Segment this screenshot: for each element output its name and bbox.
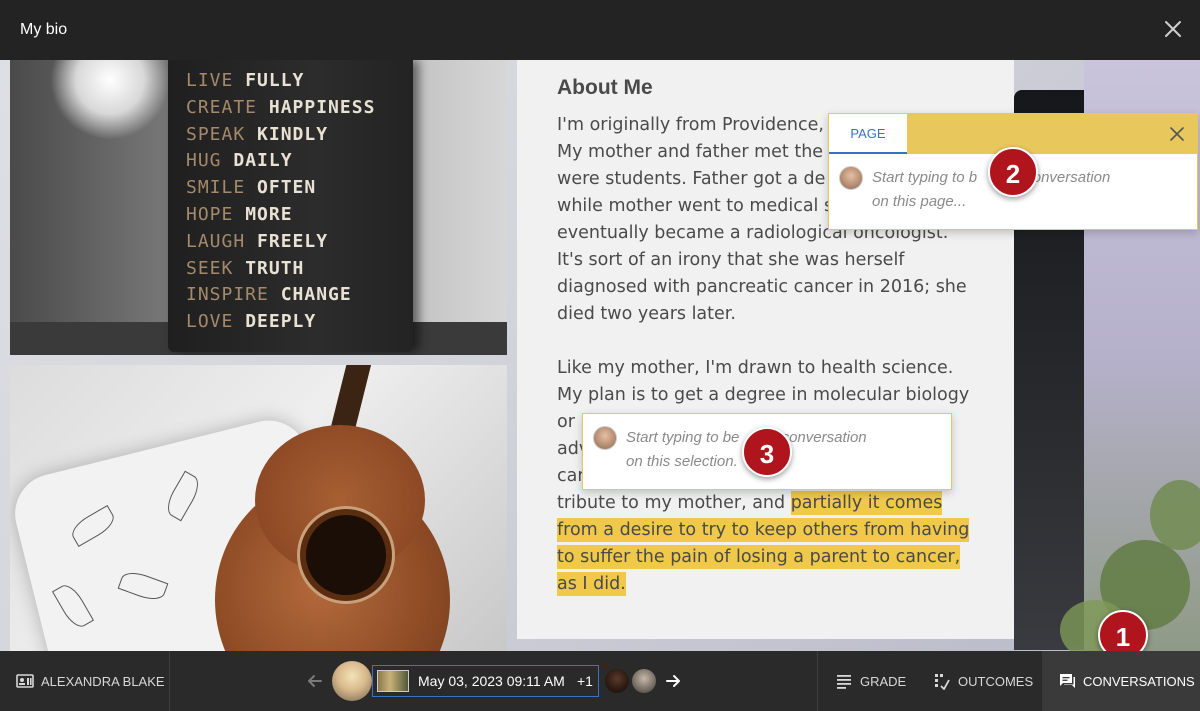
bio-line: to suffer the pain of losing a parent to… — [557, 544, 969, 571]
book-line: INSPIRE CHANGE — [186, 282, 375, 309]
book-line: HUG DAILY — [186, 148, 375, 175]
bio-line: It's sort of an irony that she was herse… — [557, 250, 905, 270]
placeholder-part: Start typing to b — [872, 169, 978, 186]
book-word: DEEPLY — [233, 311, 317, 333]
bottom-toolbar: ALEXANDRA BLAKE May 03, 2023 09:11 AM +1… — [0, 651, 1200, 711]
book-word: HAPPINESS — [257, 96, 376, 118]
book-line: LOVE DEEPLY — [186, 309, 375, 336]
bio-text: tribute to my mother, and — [557, 493, 791, 513]
extra-count: +1 — [577, 673, 593, 689]
student-name: ALEXANDRA BLAKE — [41, 673, 165, 689]
window-title: My bio — [20, 21, 68, 38]
book-line: SMILE OFTEN — [186, 175, 375, 202]
divider — [169, 651, 170, 711]
book-word: LIVE — [186, 70, 234, 91]
book-word: SMILE — [186, 177, 246, 199]
chat-icon — [1060, 674, 1075, 688]
book-word: OFTEN — [245, 177, 317, 199]
highlighted-selection[interactable]: from a desire to try to keep others from… — [557, 518, 970, 542]
bio-line: diagnosed with pancreatic cancer in 2016… — [557, 277, 967, 297]
book-word: HOPE — [186, 203, 234, 225]
book-word: CREATE — [186, 96, 258, 118]
book-word: INSPIRE — [186, 284, 269, 306]
grade-button[interactable]: GRADE — [835, 651, 906, 711]
highlighted-selection[interactable]: partially it comes — [790, 491, 943, 515]
book-line: SPEAK KINDLY — [186, 122, 375, 149]
grade-label: GRADE — [860, 673, 907, 689]
submission-thumbnail — [377, 670, 409, 692]
outcomes-icon — [935, 674, 950, 690]
placeholder-text: on this page... — [872, 193, 967, 210]
close-icon[interactable] — [1169, 126, 1185, 142]
outcomes-label: OUTCOMES — [958, 673, 1034, 689]
guitar-photo — [10, 365, 507, 651]
title-bar: My bio — [0, 0, 1200, 60]
bio-line: as I did. — [557, 571, 969, 598]
book-word: FULLY — [233, 70, 305, 91]
book-line: SEEK TRUTH — [186, 256, 375, 283]
book-word: DAILY — [221, 150, 293, 172]
student-selector[interactable]: ALEXANDRA BLAKE — [16, 651, 165, 711]
book-word: SPEAK — [186, 123, 246, 145]
avatar[interactable] — [632, 669, 656, 693]
book-line: LIVE FULLY — [186, 68, 375, 95]
book-word: SEEK — [186, 257, 234, 279]
book-word: LAUGH — [186, 230, 246, 252]
avatar — [593, 426, 617, 450]
book-line: CREATE HAPPINESS — [186, 95, 375, 122]
book-word: MORE — [233, 203, 293, 225]
bio-heading: About Me — [557, 76, 653, 99]
arrow-left-icon[interactable] — [305, 671, 325, 691]
book-word: TRUTH — [233, 257, 305, 279]
tab-page[interactable]: PAGE — [829, 114, 907, 154]
grade-list-icon — [837, 675, 851, 689]
highlighted-selection[interactable]: to suffer the pain of losing a parent to… — [557, 545, 961, 569]
guitar-soundhole — [306, 515, 386, 595]
book-word: LOVE — [186, 311, 234, 333]
highlighted-selection[interactable]: as I did. — [557, 572, 626, 596]
book-word: HUG — [186, 150, 222, 172]
placeholder-text: on this selection. — [626, 453, 738, 470]
bio-line: from a desire to try to keep others from… — [557, 517, 970, 544]
lamp-glow — [50, 60, 170, 140]
avatar[interactable] — [605, 669, 629, 693]
arrow-right-icon[interactable] — [663, 671, 683, 691]
bio-line: My plan is to get a degree in molecular … — [557, 385, 970, 405]
book-photo: LIVE FULLY CREATE HAPPINESS SPEAK KINDLY HU… — [10, 60, 507, 355]
book-word: FREELY — [245, 230, 329, 252]
book-word: KINDLY — [245, 123, 329, 145]
avatar — [839, 166, 863, 190]
student-card-icon — [16, 674, 34, 688]
placeholder-part: conversation — [781, 429, 867, 446]
student-avatar[interactable] — [332, 661, 372, 701]
divider — [817, 651, 818, 711]
conversations-label: CONVERSATIONS — [1083, 673, 1195, 689]
book-line: LAUGH FREELY — [186, 229, 375, 256]
outcomes-button[interactable]: OUTCOMES — [933, 651, 1033, 711]
book-line: HOPE MORE — [186, 202, 375, 229]
book-word: CHANGE — [268, 284, 352, 306]
conversations-button[interactable]: CONVERSATIONS — [1042, 651, 1200, 711]
close-icon[interactable] — [1162, 18, 1184, 40]
step-badge-2: 2 — [988, 147, 1038, 197]
bio-line: died two years later. — [557, 304, 736, 324]
book-text: LIVE FULLY CREATE HAPPINESS SPEAK KINDLY HU… — [186, 68, 375, 336]
step-badge-3: 3 — [742, 427, 792, 477]
book-cover: LIVE FULLY CREATE HAPPINESS SPEAK KINDLY HU… — [168, 60, 413, 352]
submission-date: May 03, 2023 09:11 AM — [418, 673, 565, 689]
placeholder-part: Start typing to be — [626, 429, 740, 446]
bio-line: tribute to my mother, and partially it c… — [557, 490, 969, 517]
bio-line: Like my mother, I'm drawn to health scie… — [557, 358, 954, 378]
